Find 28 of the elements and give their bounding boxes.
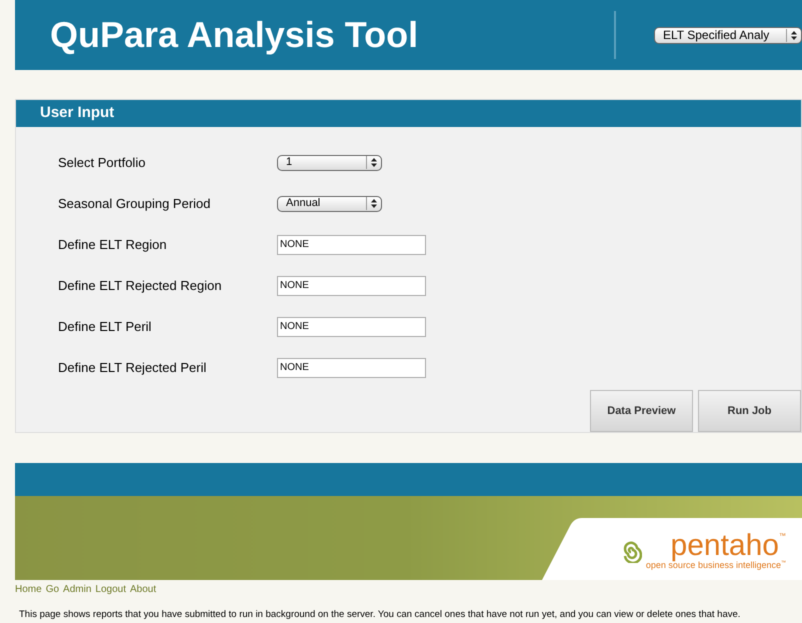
logo-tagline: open source business intelligence <box>646 560 781 571</box>
action-button[interactable]: Run Job <box>698 390 801 432</box>
up-down-arrows-icon <box>371 158 377 167</box>
dropdown[interactable]: Annual <box>277 196 382 212</box>
text-field[interactable]: NONE <box>277 234 426 254</box>
up-down-arrows-icon <box>371 199 377 208</box>
dropdown[interactable]: 1 <box>277 154 382 170</box>
nav-link[interactable]: Logout <box>95 582 126 597</box>
nav-link[interactable]: Home <box>15 582 42 597</box>
action-button[interactable]: Data Preview <box>590 390 693 432</box>
app-title: QuPara Analysis Tool <box>50 13 420 57</box>
logo-text: pentaho <box>670 532 779 560</box>
text-field[interactable]: NONE <box>277 316 426 336</box>
field-label: Define ELT Rejected Region <box>58 276 223 295</box>
nav-link[interactable]: Admin <box>63 582 92 597</box>
text-field[interactable]: NONE <box>277 276 426 296</box>
field-label: Define ELT Region <box>58 236 168 254</box>
field-label: Define ELT Rejected Peril <box>58 358 208 377</box>
text-field[interactable]: NONE <box>277 358 426 378</box>
up-down-arrows-icon <box>791 30 797 40</box>
panel-title: User Input <box>40 103 114 124</box>
nav-link[interactable]: Go <box>46 582 60 597</box>
field-label: Select Portfolio <box>58 154 146 172</box>
nav-link[interactable]: About <box>130 582 156 597</box>
description-text: This page shows reports that you have submitted to run in background on the server. You can cancel ones that have not run yet, and you can view or delete ones that have. <box>19 608 742 622</box>
field-label: Define ELT Peril <box>58 318 152 336</box>
analysis-select[interactable]: ELT Specified Analy <box>654 26 802 44</box>
field-label: Seasonal Grouping Period <box>58 194 212 213</box>
